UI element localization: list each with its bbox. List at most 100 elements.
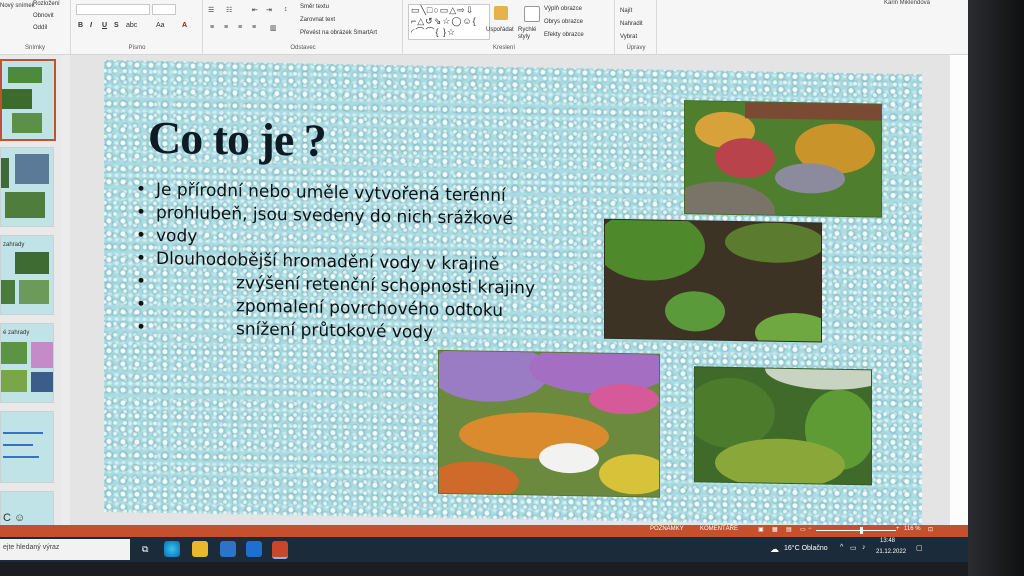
shape-fill-button[interactable]: Výplň obrazce	[544, 6, 582, 12]
select-button[interactable]: Vybrat	[620, 34, 637, 40]
flower-shape	[438, 349, 549, 403]
drawing-group: Uspořádat Rychlé styly Výplň obrazce Obr…	[404, 0, 615, 54]
search-placeholder: ejte hledaný výraz	[3, 544, 60, 551]
shape-effects-button[interactable]: Efekty obrazce	[544, 32, 584, 38]
volume-icon[interactable]: ♪	[862, 544, 866, 551]
italic-icon[interactable]: I	[90, 22, 92, 29]
normal-view-icon[interactable]: ▣	[758, 526, 764, 533]
quick-styles-icon[interactable]	[524, 6, 540, 22]
slide[interactable]: Co to je ? Je přírodní nebo uměle vytvoř…	[104, 60, 922, 527]
thumb-image	[31, 372, 53, 392]
store-icon[interactable]	[220, 541, 236, 557]
font-color-icon[interactable]: A	[182, 22, 187, 29]
zoom-slider-handle[interactable]	[860, 527, 863, 534]
flower-shape	[599, 453, 660, 495]
reading-view-icon[interactable]: ▤	[786, 526, 792, 533]
task-view-icon[interactable]: ⧉	[142, 544, 148, 555]
new-slide-button[interactable]: Nový snímek	[0, 3, 35, 9]
flower-shape	[589, 383, 659, 415]
flower-shape	[539, 442, 599, 474]
zoom-level[interactable]: 116 %	[904, 526, 921, 532]
garden-photo-4[interactable]	[694, 366, 872, 486]
slide-sorter-icon[interactable]: ▦	[772, 526, 778, 533]
clock-date[interactable]: 21.12.2022	[876, 549, 906, 555]
strikethrough-icon[interactable]: abc	[126, 22, 137, 29]
garden-photo-1[interactable]	[684, 100, 882, 218]
flower-shape	[775, 162, 845, 194]
paragraph-group-label: Odstavec	[290, 45, 316, 51]
notes-button[interactable]: POZNÁMKY	[650, 526, 684, 532]
justify-icon[interactable]: ≡	[252, 24, 256, 31]
arrange-icon[interactable]	[494, 6, 508, 20]
tray-overflow-icon[interactable]: ^	[840, 544, 843, 551]
align-text-button[interactable]: Zarovnat text	[300, 17, 335, 23]
quick-styles-button[interactable]: Rychlé styly	[518, 27, 540, 41]
thumb-image	[1, 370, 27, 392]
line-spacing-icon[interactable]: ↕	[284, 6, 288, 13]
notifications-icon[interactable]: ▢	[916, 544, 923, 552]
file-explorer-icon[interactable]	[192, 541, 208, 557]
taskbar-search[interactable]: ejte hledaný výraz	[0, 539, 130, 560]
mail-icon[interactable]	[246, 541, 262, 557]
slide-thumbnail[interactable]	[0, 147, 54, 227]
comments-button[interactable]: KOMENTÁŘE	[700, 526, 738, 532]
thumb-image	[15, 252, 49, 274]
windows-taskbar: ejte hledaný výraz ⧉ ☁ 16°C Oblačno ^ ▭ …	[0, 537, 968, 562]
columns-icon[interactable]: ▥	[270, 24, 277, 32]
layout-button[interactable]: Rozložení	[33, 1, 60, 7]
font-size-combo[interactable]	[152, 4, 176, 15]
decrease-indent-icon[interactable]: ⇤	[252, 6, 258, 14]
underline-icon[interactable]: U	[102, 22, 107, 29]
sky-shape	[765, 366, 872, 391]
slideshow-icon[interactable]: ▭	[800, 526, 806, 533]
zoom-out-icon[interactable]: −	[808, 526, 812, 532]
slides-group-label: Snímky	[24, 45, 45, 51]
convert-smartart-button[interactable]: Převést na obrázek SmartArt	[300, 30, 377, 36]
text-direction-button[interactable]: Směr textu	[300, 4, 329, 10]
align-center-icon[interactable]: ≡	[224, 24, 228, 31]
find-button[interactable]: Najít	[620, 8, 632, 14]
garden-photo-3[interactable]	[438, 349, 660, 498]
thumbnails-scrollbar[interactable]	[62, 55, 70, 525]
replace-button[interactable]: Nahradit	[620, 21, 643, 27]
change-case-icon[interactable]: Aa	[156, 22, 165, 29]
font-family-combo[interactable]	[76, 4, 150, 15]
slide-thumbnail[interactable]	[0, 411, 54, 483]
shape-outline-button[interactable]: Obrys obrazce	[544, 19, 583, 25]
flower-shape	[715, 137, 775, 179]
zoom-in-icon[interactable]: +	[896, 526, 900, 532]
thumb-image	[31, 342, 53, 368]
clock-time[interactable]: 13:48	[880, 538, 895, 544]
network-icon[interactable]: ▭	[850, 544, 857, 552]
user-name[interactable]: Karin Miklendová	[884, 0, 930, 6]
weather-text[interactable]: 16°C Oblačno	[784, 545, 828, 552]
slide-thumbnail[interactable]: zahrady	[0, 235, 54, 315]
increase-indent-icon[interactable]: ⇥	[266, 6, 272, 14]
slide-thumbnails-panel: zahrady é zahrady C ☺	[0, 55, 62, 527]
thumb-image	[5, 192, 45, 218]
align-right-icon[interactable]: ≡	[238, 24, 242, 31]
zoom-slider[interactable]	[816, 530, 896, 531]
slide-body[interactable]: Je přírodní nebo uměle vytvořená terénní…	[132, 178, 552, 346]
bold-icon[interactable]: B	[78, 22, 83, 29]
slides-group: Nový snímek Rozložení Obnovit Oddíl Sním…	[0, 0, 71, 54]
edge-icon[interactable]	[164, 541, 180, 557]
section-button[interactable]: Oddíl	[33, 25, 47, 31]
fit-slide-icon[interactable]: ⊡	[928, 526, 933, 533]
powerpoint-icon[interactable]	[272, 541, 288, 559]
reset-button[interactable]: Obnovit	[33, 13, 54, 19]
weather-icon[interactable]: ☁	[770, 544, 779, 555]
thumb-link-line	[3, 432, 43, 434]
align-left-icon[interactable]: ≡	[210, 24, 214, 31]
thumb-link-line	[3, 456, 39, 458]
thumb-image	[1, 342, 27, 364]
slide-title[interactable]: Co to je ?	[148, 111, 326, 167]
numbering-icon[interactable]: ☷	[226, 6, 232, 14]
slide-thumbnail[interactable]: é zahrady	[0, 323, 54, 403]
slide-thumbnail[interactable]: C ☺	[0, 491, 54, 527]
slide-thumbnail[interactable]	[0, 59, 56, 141]
bullets-icon[interactable]: ☰	[208, 6, 214, 14]
shadow-icon[interactable]: S	[114, 22, 119, 29]
arrange-button[interactable]: Uspořádat	[486, 27, 514, 33]
garden-photo-2[interactable]	[604, 218, 822, 343]
